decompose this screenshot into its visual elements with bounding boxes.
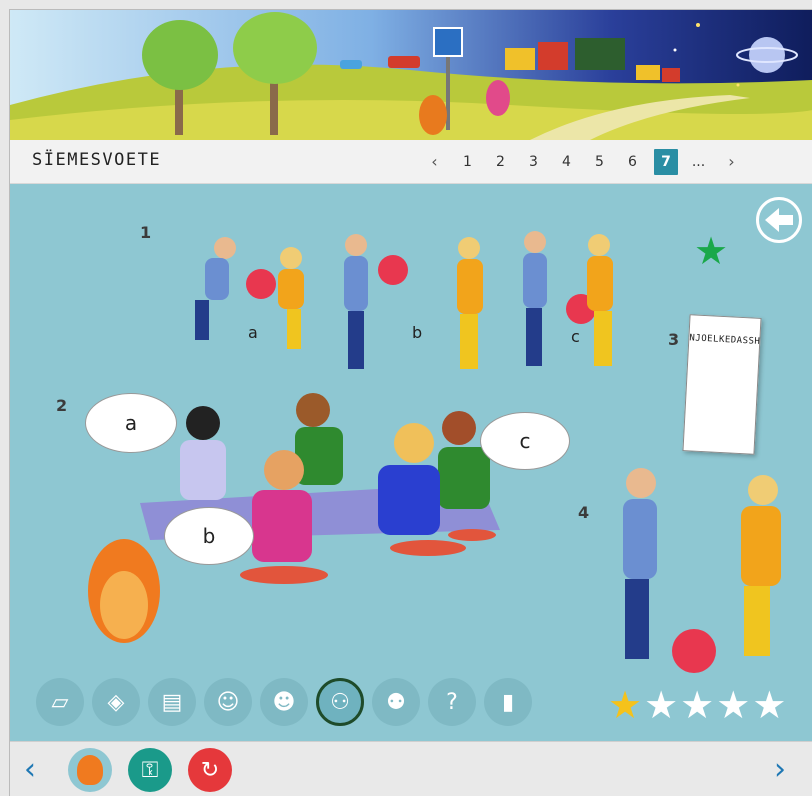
task1-option-c[interactable]: c xyxy=(571,327,580,346)
backpack-button[interactable]: ◈ xyxy=(92,678,140,726)
app-frame: SÏEMESVOETE ‹ 1 2 3 4 5 6 7 ... › 1 2 3 … xyxy=(9,9,812,796)
arrow-left-icon xyxy=(765,208,793,232)
booklet-title: NJOELKEDASSH xyxy=(689,333,761,347)
question-icon: ? xyxy=(446,689,458,715)
task1-option-a[interactable]: a xyxy=(248,323,258,342)
speech-bubble-c[interactable]: c xyxy=(480,412,570,470)
page-more-button[interactable]: ... xyxy=(682,149,715,175)
task-3-label: 3 xyxy=(668,330,680,349)
paper-button[interactable]: ▤ xyxy=(148,678,196,726)
eraser-icon: ▱ xyxy=(51,689,69,715)
page-1-button[interactable]: 1 xyxy=(451,149,484,175)
next-page-button[interactable]: › xyxy=(774,752,786,787)
rating-star-icon: ★ xyxy=(752,683,787,727)
page-3-button[interactable]: 3 xyxy=(517,149,550,175)
bottom-bar: ‹ ⚿ ↻ › xyxy=(10,741,812,796)
greeting-button[interactable]: ⚇ xyxy=(316,678,364,726)
task-1-label: 1 xyxy=(140,223,152,242)
task1-option-c-figure xyxy=(523,231,613,366)
pager-next-button[interactable]: › xyxy=(715,149,748,175)
bonus-star-icon: ★ xyxy=(694,229,729,273)
page-6-button[interactable]: 6 xyxy=(616,149,649,175)
scene-illustration xyxy=(88,231,781,673)
page-2-button[interactable]: 2 xyxy=(484,149,517,175)
page-7-button[interactable]: 7 xyxy=(654,149,678,175)
title-bar: SÏEMESVOETE ‹ 1 2 3 4 5 6 7 ... › xyxy=(10,140,812,184)
back-arrow-button[interactable] xyxy=(756,197,802,243)
eraser-button[interactable]: ▱ xyxy=(36,678,84,726)
refresh-icon: ↻ xyxy=(200,757,220,783)
chart-icon: ▮ xyxy=(501,689,515,715)
boy-reading-icon: ☻ xyxy=(272,689,296,715)
rules-booklet[interactable]: NJOELKEDASSH xyxy=(682,314,762,455)
question-button[interactable]: ? xyxy=(428,678,476,726)
page-5-button[interactable]: 5 xyxy=(583,149,616,175)
chart-button[interactable]: ▮ xyxy=(484,678,532,726)
marmot-icon xyxy=(77,755,103,785)
rating-star-icon: ★ xyxy=(644,683,679,727)
speech-bubble-a[interactable]: a xyxy=(85,393,177,453)
boy-backpack-icon: ☺ xyxy=(216,689,240,715)
task-2-label: 2 xyxy=(56,396,68,415)
pager-prev-button[interactable]: ‹ xyxy=(418,149,451,175)
exercise-scene: 1 2 3 4 a b c a b c ★ NJOELKEDASSH xyxy=(10,185,812,741)
star-rating: ★ ★ ★ ★ ★ xyxy=(608,686,786,724)
boy-backpack-button[interactable]: ☺ xyxy=(204,678,252,726)
task-4-label: 4 xyxy=(578,503,590,522)
page-4-button[interactable]: 4 xyxy=(550,149,583,175)
backpack-icon: ◈ xyxy=(107,689,125,715)
task4-handshake-figure xyxy=(623,468,781,673)
task1-option-b[interactable]: b xyxy=(412,323,422,342)
mascot-button[interactable] xyxy=(68,748,112,792)
key-button[interactable]: ⚿ xyxy=(128,748,172,792)
task1-option-b-figure xyxy=(344,234,483,369)
class-group-icon: ⚉ xyxy=(386,689,406,715)
exercise-icon-strip: ▱ ◈ ▤ ☺ ☻ ⚇ ⚉? ▮ xyxy=(36,678,532,728)
banner-illustration xyxy=(10,10,812,140)
page-title: SÏEMESVOETE xyxy=(32,150,162,170)
pagination: ‹ 1 2 3 4 5 6 7 ... › xyxy=(418,149,748,175)
greeting-icon: ⚇ xyxy=(330,689,350,715)
boy-reading-button[interactable]: ☻ xyxy=(260,678,308,726)
prev-page-button[interactable]: ‹ xyxy=(24,752,36,787)
paper-icon: ▤ xyxy=(161,689,183,715)
rating-star-icon: ★ xyxy=(716,683,751,727)
class-group-button[interactable]: ⚉ xyxy=(372,678,420,726)
rating-star-icon: ★ xyxy=(680,683,715,727)
rating-star-icon: ★ xyxy=(608,683,643,727)
key-icon: ⚿ xyxy=(141,757,159,783)
speech-bubble-b[interactable]: b xyxy=(164,507,254,565)
reset-button[interactable]: ↻ xyxy=(188,748,232,792)
